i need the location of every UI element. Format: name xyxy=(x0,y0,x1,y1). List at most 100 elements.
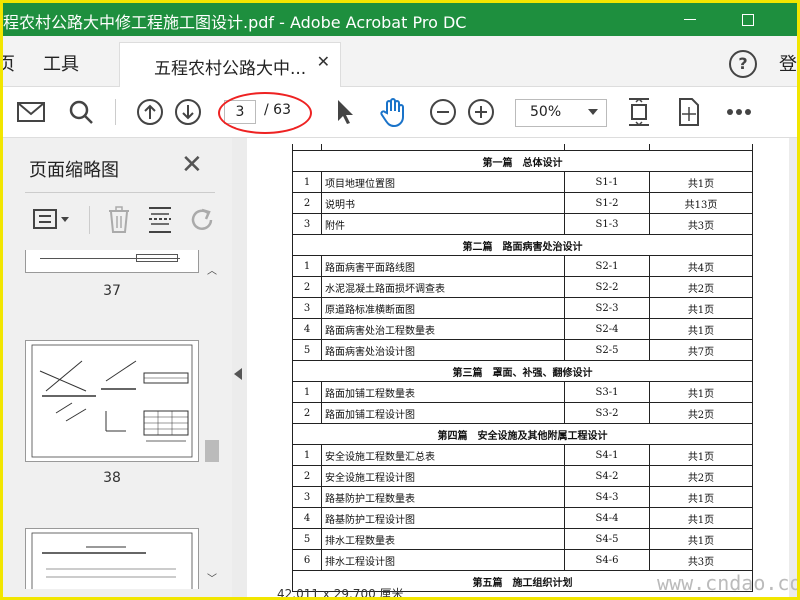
table-row: 1 项目地理位置图 S1-1 共1页 xyxy=(292,171,753,193)
row-number: 4 xyxy=(292,507,322,529)
help-button[interactable]: ? xyxy=(729,50,757,78)
drawing-code: S3-2 xyxy=(564,402,650,424)
drawing-code: S4-6 xyxy=(564,549,650,571)
row-number: 2 xyxy=(292,276,322,298)
arrow-up-circle-icon xyxy=(137,99,163,125)
page-gap xyxy=(789,138,797,597)
page-break-button[interactable] xyxy=(147,206,173,238)
zoom-in-icon xyxy=(468,99,494,125)
watermark-text: www.cndao.com xyxy=(657,571,800,595)
row-number: 1 xyxy=(292,444,322,466)
drawing-name: 项目地理位置图 xyxy=(321,171,565,193)
row-number: 3 xyxy=(292,213,322,235)
table-row: 2 水泥混凝土路面损坏调查表 S2-2 共2页 xyxy=(292,276,753,298)
table-row: 1 路面加铺工程数量表 S3-1 共1页 xyxy=(292,381,753,403)
scroll-up-icon[interactable]: ︿ xyxy=(207,262,217,277)
section-title: 第二篇 路面病害处治设计 xyxy=(292,234,753,256)
page-count: 共3页 xyxy=(649,213,753,235)
page-thumbnail-39[interactable] xyxy=(25,528,199,594)
section-title: 第三篇 罩面、补强、翻修设计 xyxy=(292,360,753,382)
table-row: 1 路面病害平面路线图 S2-1 共4页 xyxy=(292,255,753,277)
collapse-panel-icon[interactable] xyxy=(234,368,242,380)
page-navigator: 3 / 63 xyxy=(218,92,312,134)
drawing-code: S1-1 xyxy=(564,171,650,193)
section-header-row: 第一篇 总体设计 xyxy=(292,150,753,172)
thumbnail-options-button[interactable] xyxy=(33,208,73,232)
menu-tools[interactable]: 工具 xyxy=(43,50,79,76)
page-count: 共3页 xyxy=(649,549,753,571)
search-button[interactable] xyxy=(65,96,97,128)
scroll-thumb[interactable] xyxy=(205,440,219,462)
drawing-code: S4-5 xyxy=(564,528,650,550)
trash-icon xyxy=(109,206,129,233)
table-row: 6 排水工程设计图 S4-6 共3页 xyxy=(292,549,753,571)
table-row: 3 原道路标准横断面图 S2-3 共1页 xyxy=(292,297,753,319)
thumbnail-number-37: 37 xyxy=(103,283,121,299)
row-number: 2 xyxy=(292,402,322,424)
rotate-icon xyxy=(191,208,213,230)
document-view[interactable]: 第一篇 总体设计 1 项目地理位置图 S1-1 共1页 2 说明书 S1-2 共13页 3 附件 S1… xyxy=(247,138,797,597)
tab-document[interactable]: 五程农村公路大中... ✕ xyxy=(119,42,341,87)
page-move-icon xyxy=(679,98,699,126)
select-tool-button[interactable] xyxy=(329,96,361,128)
menu-home-partial[interactable]: 页 xyxy=(3,50,15,76)
section-title: 第一篇 总体设计 xyxy=(292,150,753,172)
tab-bar: 页 工具 五程农村公路大中... ✕ ? 登 xyxy=(3,36,797,87)
sign-in-link-partial[interactable]: 登 xyxy=(779,50,797,76)
drawing-code: S2-4 xyxy=(564,318,650,340)
rotate-button[interactable] xyxy=(189,206,217,238)
panel-separator xyxy=(25,192,215,193)
minimize-button[interactable] xyxy=(661,3,719,36)
zoom-level-select[interactable]: 50% xyxy=(515,99,607,127)
cursor-arrow-icon xyxy=(338,100,353,124)
table-row: 5 路面病害处治设计图 S2-5 共7页 xyxy=(292,339,753,361)
fit-page-button[interactable] xyxy=(623,96,655,128)
maximize-button[interactable] xyxy=(719,3,777,36)
zoom-out-button[interactable] xyxy=(427,96,459,128)
drawing-code: S3-1 xyxy=(564,381,650,403)
page-thumbnail-38[interactable] xyxy=(25,340,199,462)
panel-splitter[interactable] xyxy=(232,138,247,597)
table-row: 3 路基防护工程数量表 S4-3 共1页 xyxy=(292,486,753,508)
drawing-code: S4-4 xyxy=(564,507,650,529)
row-number: 4 xyxy=(292,318,322,340)
page-break-icon xyxy=(149,207,171,233)
minimize-icon xyxy=(684,19,696,20)
thumbnail-drawing-39 xyxy=(31,532,193,594)
app-window: 程农村公路大中修工程施工图设计.pdf - Adobe Acrobat Pro … xyxy=(0,0,800,600)
chevron-down-icon xyxy=(588,109,598,115)
pdf-page: 第一篇 总体设计 1 项目地理位置图 S1-1 共1页 2 说明书 S1-2 共13页 3 附件 S1… xyxy=(247,138,797,597)
drawing-code: S4-1 xyxy=(564,444,650,466)
email-button[interactable] xyxy=(15,96,47,128)
scroll-down-icon[interactable]: ﹀ xyxy=(207,570,217,585)
previous-page-button[interactable] xyxy=(134,96,166,128)
row-number: 1 xyxy=(292,171,322,193)
table-row: 5 排水工程数量表 S4-5 共1页 xyxy=(292,528,753,550)
drawing-name: 说明书 xyxy=(321,192,565,214)
page-thumbnail-37[interactable] xyxy=(25,250,199,273)
rotate-page-button[interactable] xyxy=(673,96,705,128)
drawing-name: 排水工程数量表 xyxy=(321,528,565,550)
panel-title: 页面缩略图 xyxy=(29,160,119,181)
page-count: 共2页 xyxy=(649,402,753,424)
close-tab-icon[interactable]: ✕ xyxy=(317,52,330,71)
section-header-row: 第二篇 路面病害处治设计 xyxy=(292,234,753,256)
drawing-name: 排水工程设计图 xyxy=(321,549,565,571)
close-panel-icon[interactable]: ✕ xyxy=(181,150,203,180)
drawing-code: S2-3 xyxy=(564,297,650,319)
delete-page-button[interactable] xyxy=(107,206,131,238)
next-page-button[interactable] xyxy=(172,96,204,128)
hand-tool-button[interactable] xyxy=(377,96,409,128)
more-tools-button[interactable] xyxy=(723,96,755,128)
table-row: 4 路基防护工程设计图 S4-4 共1页 xyxy=(292,507,753,529)
arrow-down-circle-icon xyxy=(175,99,201,125)
thumbnail-scrollbar[interactable]: ︿ ﹀ xyxy=(203,256,221,585)
thumbnail-number-38: 38 xyxy=(103,470,121,486)
page-count: 共1页 xyxy=(649,507,753,529)
zoom-level-value: 50% xyxy=(530,104,562,120)
row-number: 1 xyxy=(292,255,322,277)
page-count: 共1页 xyxy=(649,381,753,403)
drawing-name: 安全设施工程数量汇总表 xyxy=(321,444,565,466)
drawing-name: 路基防护工程设计图 xyxy=(321,507,565,529)
zoom-in-button[interactable] xyxy=(465,96,497,128)
